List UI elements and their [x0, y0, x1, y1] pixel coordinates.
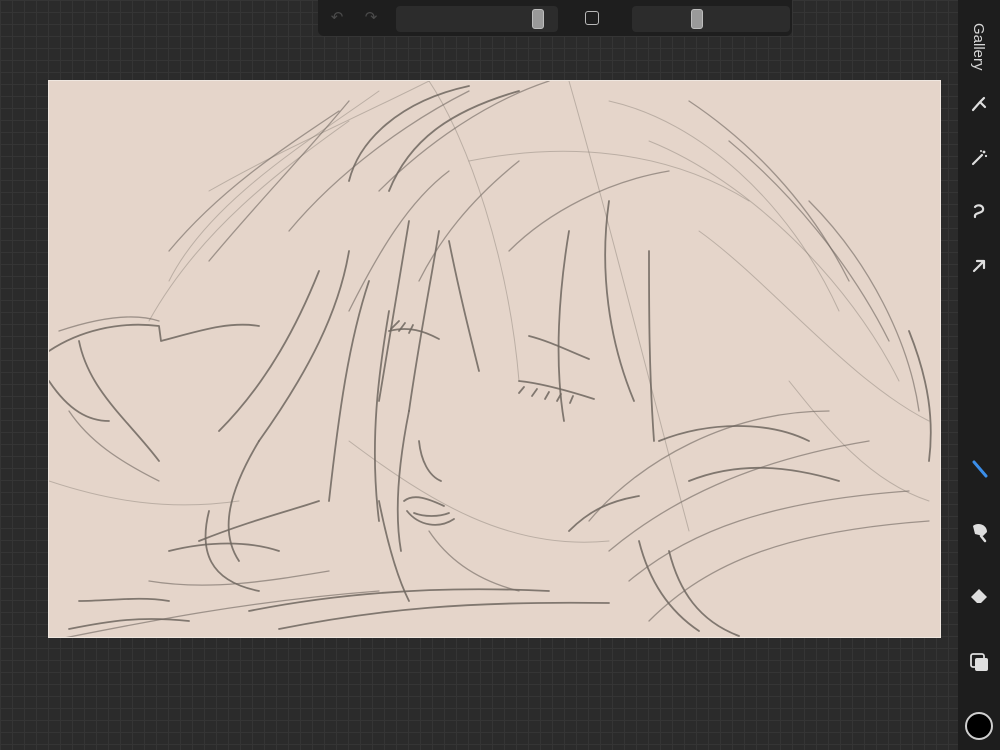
selection-icon[interactable]	[965, 198, 993, 226]
gallery-button[interactable]: Gallery	[962, 16, 994, 78]
eraser-icon[interactable]	[965, 582, 993, 610]
drawing-canvas[interactable]	[48, 80, 941, 638]
brush-icon[interactable]	[965, 454, 993, 482]
opacity-knob[interactable]	[690, 9, 703, 29]
sketch-artwork	[49, 81, 932, 637]
modify-button[interactable]	[585, 11, 599, 25]
color-picker-swatch[interactable]	[965, 712, 993, 740]
redo-icon[interactable]: ↷	[362, 9, 380, 27]
undo-icon[interactable]: ↶	[328, 9, 346, 27]
adjustments-icon[interactable]	[965, 144, 993, 172]
actions-icon[interactable]	[965, 90, 993, 118]
layers-icon[interactable]	[965, 648, 993, 676]
brush-size-knob[interactable]	[532, 9, 545, 29]
brush-size-slider[interactable]	[396, 6, 558, 32]
smudge-icon[interactable]	[965, 518, 993, 546]
transform-icon[interactable]	[965, 252, 993, 280]
opacity-slider[interactable]	[632, 6, 790, 32]
top-bar: ↶ ↷	[318, 0, 792, 36]
